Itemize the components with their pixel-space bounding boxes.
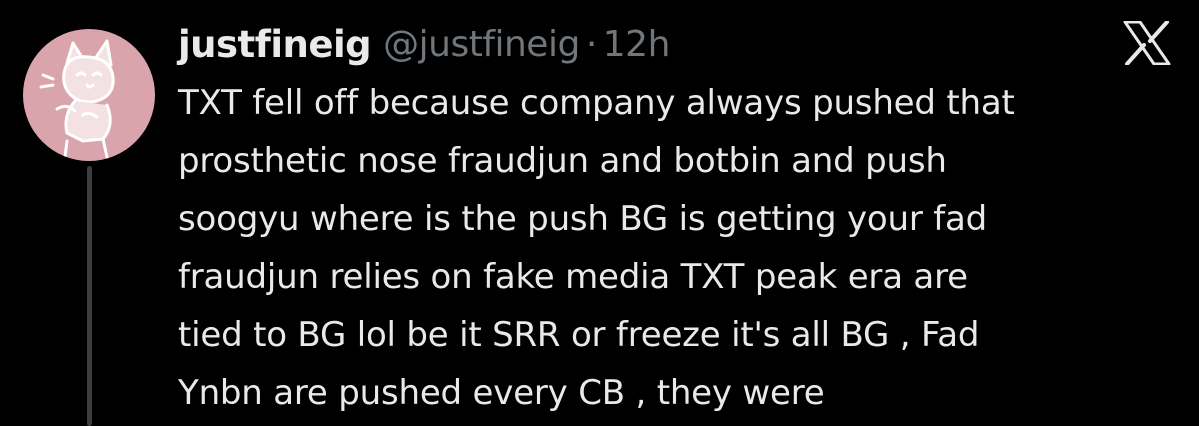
tweet[interactable]: justfineig @justfineig · 12h TXT fell of… [0,0,1199,426]
tweet-text-line: fraudjun relies on fake media TXT peak e… [178,257,968,297]
display-name[interactable]: justfineig [178,23,372,66]
user-handle[interactable]: @justfineig [383,24,580,65]
timestamp[interactable]: 12h [603,24,671,65]
tweet-text-line: TXT fell off because company always push… [178,83,1015,123]
tweet-text-line: prosthetic nose fraudjun and botbin and … [178,141,947,181]
tweet-text-line: Ynbn are pushed every CB , they were [178,373,825,413]
avatar[interactable] [23,29,155,161]
tweet-text-line: tied to BG lol be it SRR or freeze it's … [178,315,980,355]
x-logo-icon [1123,20,1171,66]
tweet-text-line: soogyu where is the push BG is getting y… [178,199,988,239]
separator-dot: · [585,23,597,65]
thread-line [87,166,92,426]
tweet-header: justfineig @justfineig · 12h [178,14,670,74]
tweet-text: TXT fell off because company always push… [178,74,1188,422]
cartoon-cat-avatar-icon [39,39,115,159]
